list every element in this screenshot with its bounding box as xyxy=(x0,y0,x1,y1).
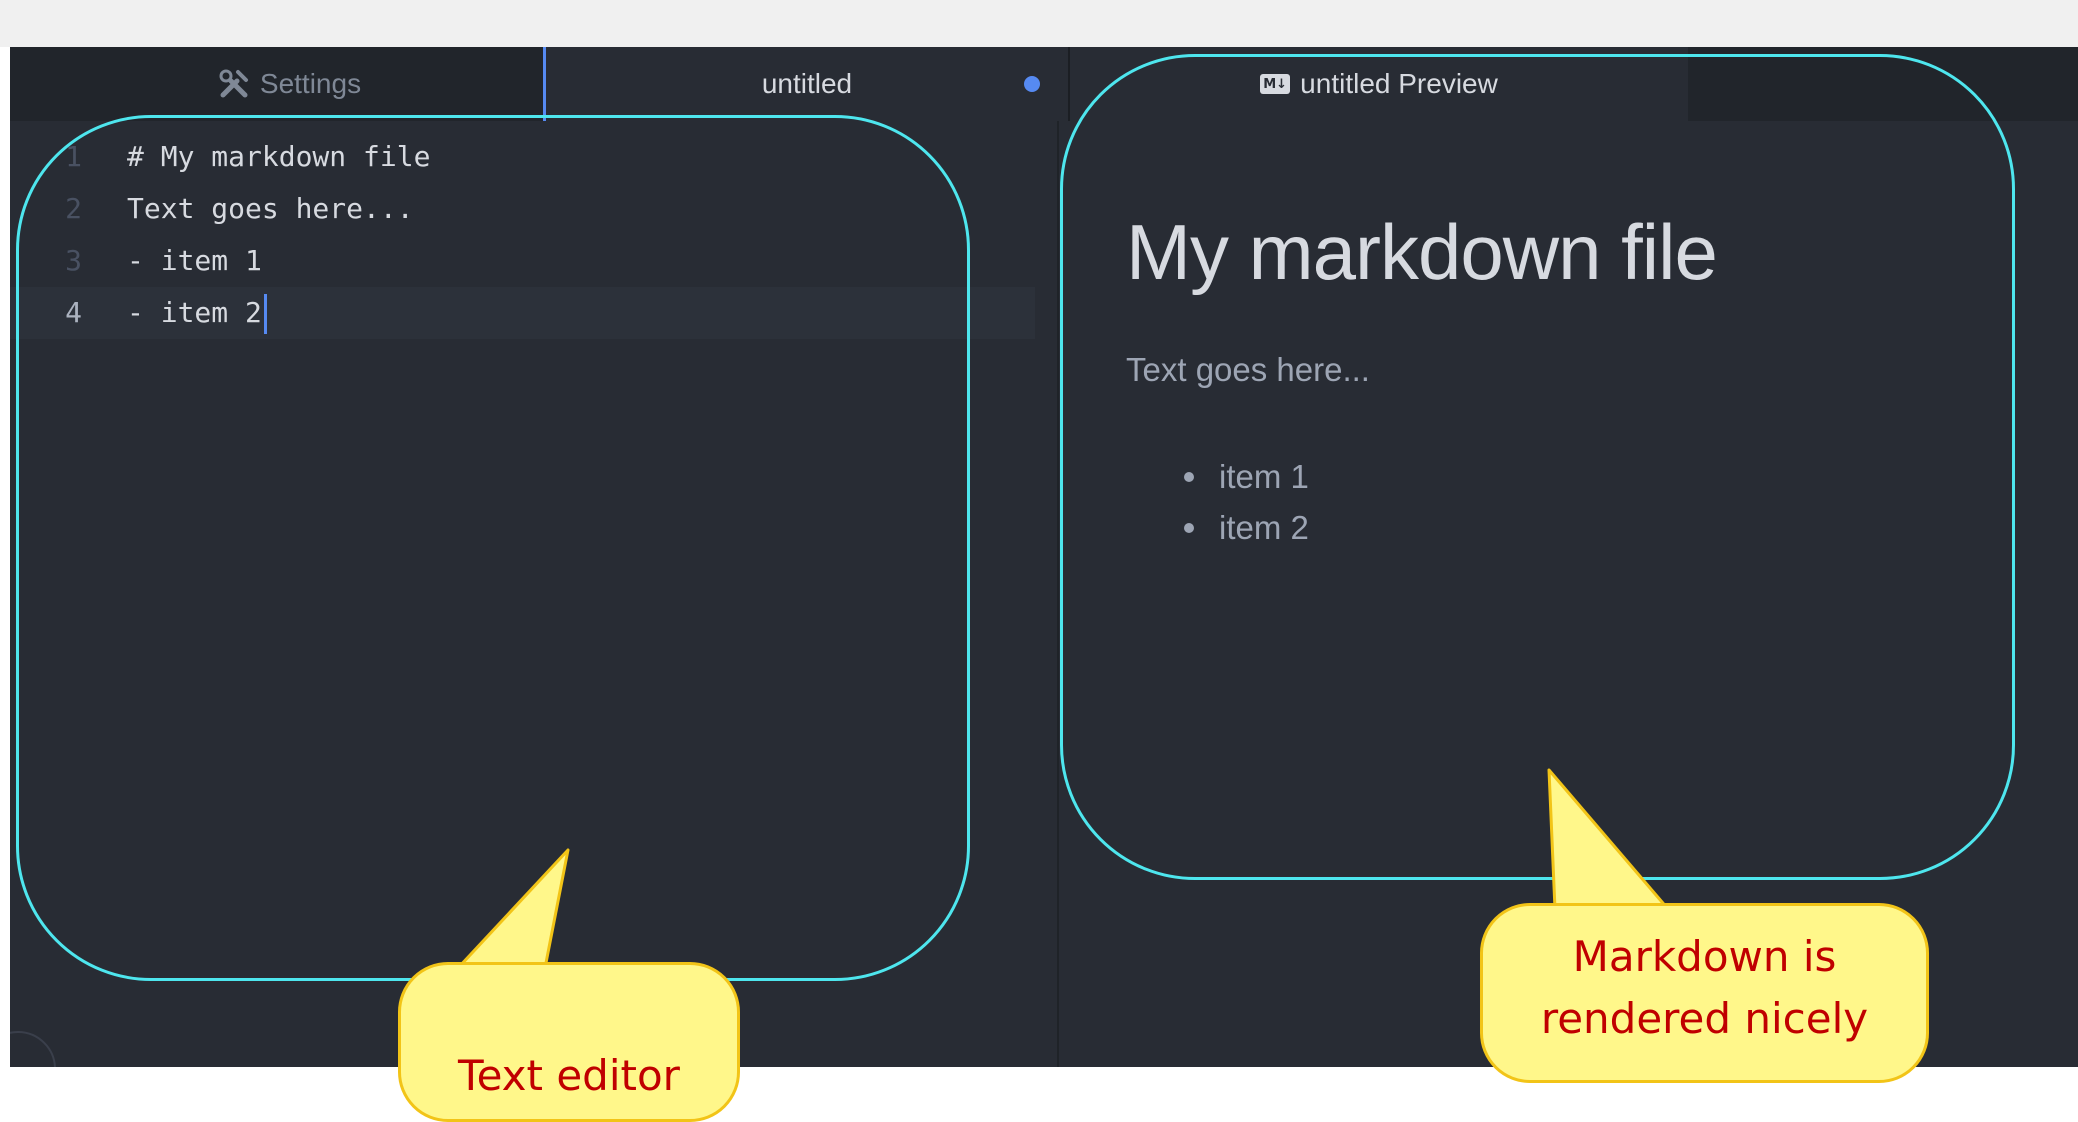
editor-callout: Text editor xyxy=(398,962,740,1122)
markdown-badge: M↓ xyxy=(1260,74,1291,94)
tools-icon xyxy=(218,68,250,100)
preview-list-item: item 2 xyxy=(1126,502,1309,553)
preview-heading: My markdown file xyxy=(1126,208,1718,296)
text-cursor xyxy=(263,294,267,334)
tab-preview[interactable]: M↓ untitled Preview xyxy=(1068,47,1688,121)
line-text: - item 2 xyxy=(127,296,262,329)
tab-bar: Settings untitled M↓ untitled Preview xyxy=(10,47,2078,121)
line-number: 3 xyxy=(65,244,82,277)
window-top-strip xyxy=(0,0,2078,47)
editor-line[interactable]: 2 Text goes here... xyxy=(10,183,1057,235)
preview-callout-line-2: rendered nicely xyxy=(1540,994,1869,1043)
line-text: # My markdown file xyxy=(127,140,431,173)
preview-paragraph: Text goes here... xyxy=(1126,351,1370,388)
tab-untitled-label: untitled xyxy=(761,68,853,99)
editor-callout-text: Text editor xyxy=(458,1051,680,1100)
text-editor-pane[interactable]: 1 # My markdown file 2 Text goes here...… xyxy=(10,121,1059,1067)
tab-settings-label: Settings xyxy=(259,68,362,99)
tab-settings[interactable]: Settings xyxy=(26,47,553,121)
preview-callout: Markdown is rendered nicely xyxy=(1480,903,1929,1083)
editor-line-active[interactable]: 4 - item 2 xyxy=(10,287,1035,339)
editor-line[interactable]: 3 - item 1 xyxy=(10,235,1057,287)
editor-line[interactable]: 1 # My markdown file xyxy=(10,131,1057,183)
tab-preview-label: untitled Preview xyxy=(1300,68,1498,99)
markdown-icon: M↓ xyxy=(1260,74,1291,94)
tab-untitled[interactable]: untitled xyxy=(543,47,1068,121)
preview-callout-line-1: Markdown is xyxy=(1572,932,1837,981)
line-number: 4 xyxy=(65,296,82,329)
line-text: - item 1 xyxy=(127,244,262,277)
line-number: 2 xyxy=(65,192,82,225)
modified-indicator-icon[interactable] xyxy=(1024,76,1040,92)
preview-list: item 1 item 2 xyxy=(1126,451,1309,553)
preview-list-item: item 1 xyxy=(1126,451,1309,502)
line-number: 1 xyxy=(65,140,82,173)
line-text-wrapper: - item 2 xyxy=(127,287,267,339)
corner-decoration xyxy=(10,1031,56,1067)
line-text: Text goes here... xyxy=(127,192,414,225)
